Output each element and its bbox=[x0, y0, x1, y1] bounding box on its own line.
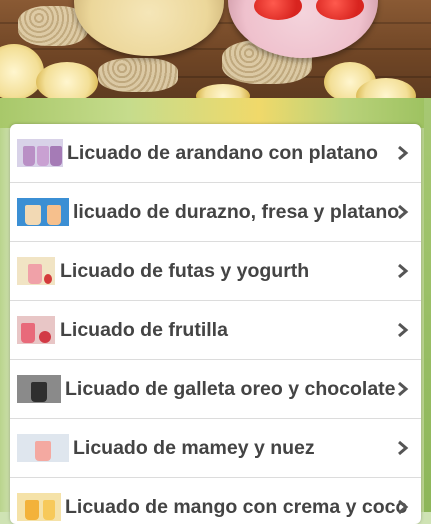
mango-smoothie-icon bbox=[17, 493, 61, 521]
blueberry-smoothie-icon bbox=[17, 139, 63, 167]
list-item-label: Licuado de mamey y nuez bbox=[73, 437, 315, 459]
chevron-right-icon bbox=[397, 440, 409, 456]
list-item[interactable]: Licuado de galleta oreo y chocolate bbox=[10, 360, 421, 419]
chevron-right-icon bbox=[397, 322, 409, 338]
peach-smoothie-icon bbox=[17, 198, 69, 226]
list-item-label: Licuado de galleta oreo y chocolate bbox=[65, 378, 396, 400]
list-item[interactable]: Licuado de futas y yogurth bbox=[10, 242, 421, 301]
list-item[interactable]: Licuado de arandano con platano bbox=[10, 124, 421, 183]
list-item[interactable]: licuado de durazno, fresa y platano bbox=[10, 183, 421, 242]
list-item-label: licuado de durazno, fresa y platano bbox=[73, 201, 400, 223]
list-item[interactable]: Licuado de mamey y nuez bbox=[10, 419, 421, 478]
chevron-right-icon bbox=[397, 204, 409, 220]
recipe-list: Licuado de arandano con platano licuado … bbox=[10, 124, 421, 524]
background-edge bbox=[424, 98, 431, 512]
chevron-right-icon bbox=[397, 381, 409, 397]
mamey-smoothie-icon bbox=[17, 434, 69, 462]
fruit-yogurt-smoothie-icon bbox=[17, 257, 55, 285]
list-item-label: Licuado de frutilla bbox=[60, 319, 228, 341]
chevron-right-icon bbox=[397, 499, 409, 515]
oreo-shake-icon bbox=[17, 375, 61, 403]
chevron-right-icon bbox=[397, 263, 409, 279]
list-item[interactable]: Licuado de mango con crema y coco bbox=[10, 478, 421, 524]
chevron-right-icon bbox=[397, 145, 409, 161]
list-item-label: Licuado de arandano con platano bbox=[67, 142, 378, 164]
list-item[interactable]: Licuado de frutilla bbox=[10, 301, 421, 360]
strawberry-smoothie-icon bbox=[17, 316, 55, 344]
list-item-label: Licuado de mango con crema y coco bbox=[65, 496, 408, 518]
list-item-label: Licuado de futas y yogurth bbox=[60, 260, 310, 282]
header-smoothie-photo bbox=[0, 0, 431, 102]
